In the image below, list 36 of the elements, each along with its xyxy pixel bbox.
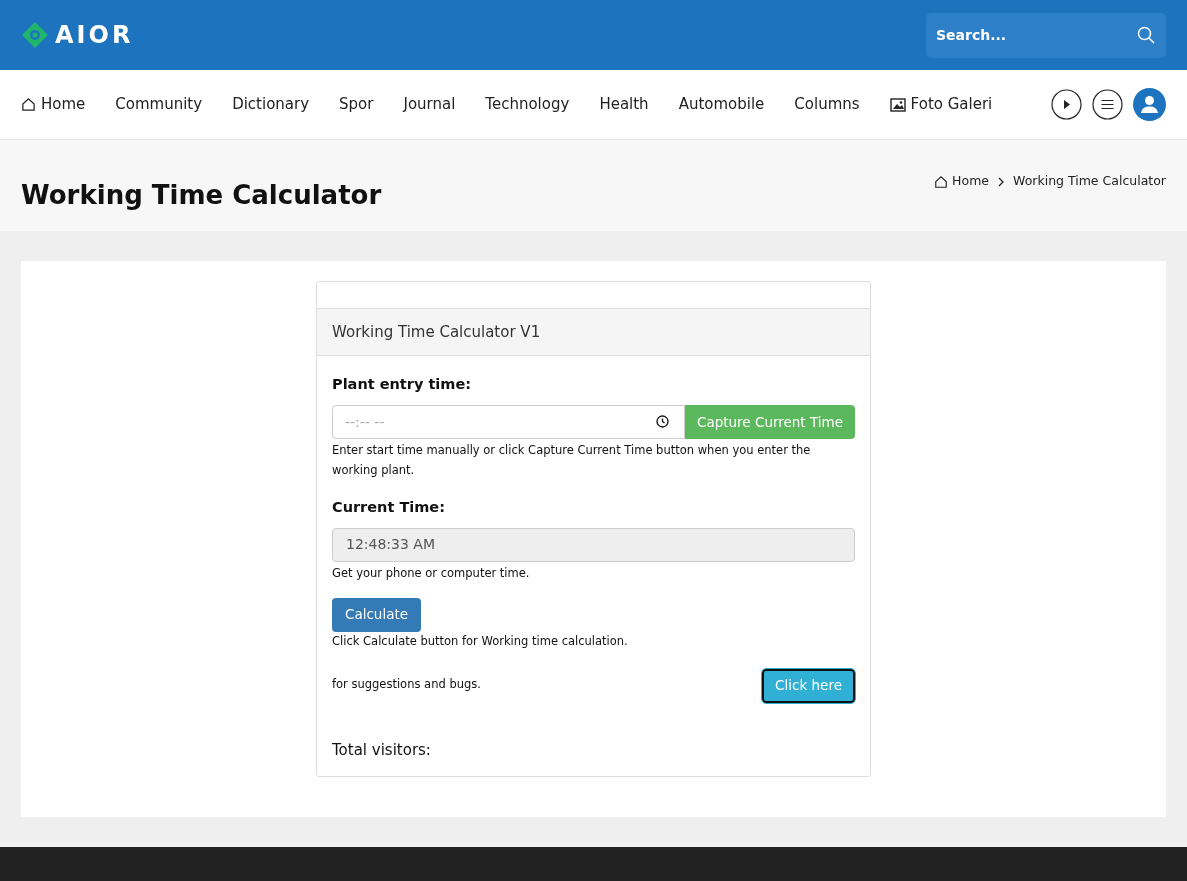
chevron-right-icon <box>997 176 1005 187</box>
nav-link[interactable]: Dictionary <box>232 93 310 116</box>
nav-link[interactable]: Foto Galeri <box>889 93 993 116</box>
logo-text: AIOR <box>55 20 134 51</box>
time-display: 12:48:33 AM <box>332 527 855 562</box>
search-field[interactable]: Search... <box>926 12 1166 58</box>
help-text: Get your phone or computer time. <box>332 564 531 582</box>
menu-button[interactable] <box>1092 89 1123 120</box>
nav-link[interactable]: Home <box>21 93 86 116</box>
search-icon[interactable] <box>1137 25 1155 44</box>
nav-link[interactable]: Spor <box>339 93 374 116</box>
logo-icon <box>21 21 49 49</box>
home-icon <box>934 174 949 189</box>
nav-link[interactable]: Journal <box>403 93 456 116</box>
help-text: Enter start time manually or click Capture Current Time button when you enter the working plant. <box>332 441 812 479</box>
field-label: Current Time: <box>332 497 446 517</box>
nav-link[interactable]: Technology <box>485 93 570 116</box>
clock-icon[interactable] <box>656 414 669 428</box>
play-button[interactable] <box>1051 89 1082 120</box>
user-button[interactable] <box>1133 88 1166 121</box>
help-text: Click Calculate button for Working time calculation. <box>332 632 629 650</box>
help-text: for suggestions and bugs. <box>332 675 481 693</box>
image-icon <box>889 97 906 112</box>
time-input[interactable]: --:-- -- <box>332 404 685 439</box>
nav-link[interactable]: Health <box>599 93 649 116</box>
nav-link[interactable]: Automobile <box>678 93 765 116</box>
breadcrumb-current: Working Time Calculator <box>1013 172 1166 191</box>
page-title: Working Time Calculator <box>21 179 382 212</box>
panel-heading: Working Time Calculator V1 <box>317 308 870 356</box>
visitors-label: Total visitors: <box>332 739 432 761</box>
home-icon <box>21 97 36 112</box>
breadcrumb-link[interactable]: Home <box>934 172 989 191</box>
nav-link[interactable]: Columns <box>794 93 860 116</box>
calculate-button[interactable]: Calculate <box>332 597 422 632</box>
nav-link[interactable]: Community <box>115 93 203 116</box>
field-label: Plant entry time: <box>332 375 473 394</box>
